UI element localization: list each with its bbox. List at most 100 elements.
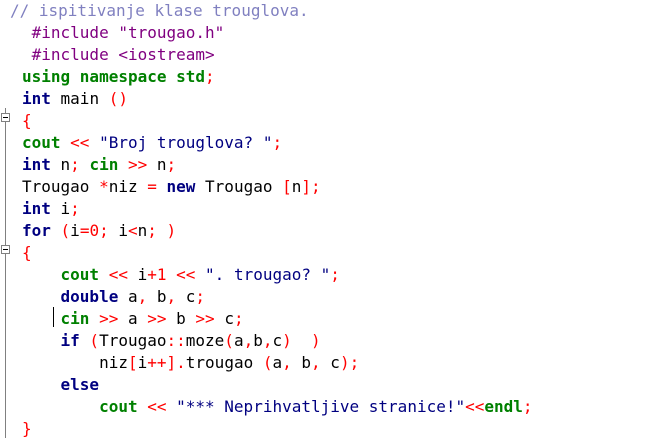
code-line[interactable]: cout << "*** Neprihvatljive stranice!"<<…	[22, 396, 533, 418]
code-token: i	[137, 265, 148, 284]
code-token: {	[22, 243, 32, 262]
code-token: 1	[156, 265, 167, 284]
code-token: new	[166, 177, 196, 196]
code-token: b	[176, 309, 186, 328]
code-token: [	[127, 353, 138, 372]
code-token: int	[22, 199, 51, 218]
code-line[interactable]: // ispitivanje klase trouglova.	[10, 0, 309, 22]
code-line[interactable]: else	[22, 374, 100, 396]
code-token: ;	[522, 397, 533, 416]
code-line[interactable]: Trougao *niz = new Trougao [n];	[22, 176, 321, 198]
code-token: <<	[137, 397, 177, 416]
code-line[interactable]: {	[22, 110, 32, 132]
code-token: cout	[22, 265, 100, 284]
code-token: i	[50, 199, 71, 218]
code-token: Trougao	[22, 177, 100, 196]
code-token: =	[79, 221, 90, 240]
code-token: c	[224, 309, 234, 328]
code-token: >>	[118, 155, 157, 174]
fold-gutter	[0, 0, 16, 440]
code-token: >>	[137, 309, 177, 328]
code-line[interactable]: using namespace std;	[22, 66, 215, 88]
code-token: (	[50, 221, 71, 240]
code-editor[interactable]: // ispitivanje klase trouglova. #include…	[0, 0, 652, 440]
code-token: n	[50, 155, 71, 174]
code-token: Trougao	[99, 331, 167, 350]
code-token: cout	[22, 133, 61, 152]
code-token: endl	[484, 397, 523, 416]
code-token: cin	[89, 155, 119, 174]
code-line[interactable]: niz[i++].trougao (a, b, c);	[22, 352, 359, 374]
code-token: <<	[465, 397, 485, 416]
code-token: "Broj trouglova? "	[99, 133, 273, 152]
code-token: ;	[330, 265, 340, 284]
code-token: );	[339, 353, 360, 372]
code-token: int	[22, 89, 51, 108]
code-token: ,	[262, 331, 273, 350]
code-token: 0	[89, 221, 100, 240]
code-token: ;	[195, 287, 206, 306]
code-line[interactable]: int n; cin >> n;	[22, 154, 176, 176]
code-token: ::	[166, 331, 186, 350]
code-token: n	[137, 221, 148, 240]
code-line[interactable]: #include "trougao.h"	[22, 22, 225, 44]
code-token: +	[147, 265, 157, 284]
code-token: b	[301, 353, 312, 372]
code-token: >>	[89, 309, 128, 328]
code-token: main	[50, 89, 109, 108]
code-token: ;	[272, 133, 283, 152]
code-token: Trougao	[195, 177, 283, 196]
code-line[interactable]: cout << "Broj trouglova? ";	[22, 132, 282, 154]
code-token: ++].	[147, 353, 186, 372]
code-token: else	[22, 375, 100, 394]
code-token: niz	[108, 177, 148, 196]
code-line[interactable]: #include <iostream>	[22, 44, 215, 66]
code-token: (	[79, 331, 100, 350]
code-token: ;	[205, 67, 215, 86]
code-token: [	[282, 177, 292, 196]
code-token: #include <iostream>	[22, 45, 215, 64]
code-token: a	[127, 309, 138, 328]
code-token: ;	[99, 221, 119, 240]
code-token: #include "trougao.h"	[22, 23, 225, 42]
code-token: =	[147, 177, 167, 196]
code-token: cin	[22, 309, 90, 328]
code-token: ];	[301, 177, 321, 196]
code-token: double	[22, 287, 119, 306]
code-token: ,	[311, 353, 331, 372]
collapse-fold-icon[interactable]	[1, 113, 10, 122]
code-token: ,	[166, 287, 186, 306]
code-line[interactable]: for (i=0; i<n; )	[22, 220, 176, 242]
code-token: ;	[166, 155, 177, 174]
code-line[interactable]: {	[22, 242, 32, 264]
code-line[interactable]: cin >> a >> b >> c;	[22, 308, 244, 330]
code-token: niz	[22, 353, 128, 372]
code-line[interactable]: int i;	[22, 198, 80, 220]
code-line[interactable]: double a, b, c;	[22, 286, 206, 308]
code-token: ,	[243, 331, 254, 350]
code-line[interactable]: if (Trougao::moze(a,b,c) )	[22, 330, 321, 352]
code-token: <<	[99, 265, 138, 284]
code-token: // ispitivanje klase trouglova.	[10, 1, 309, 20]
code-token: moze	[185, 331, 225, 350]
code-token: c	[272, 331, 283, 350]
code-token: a	[118, 287, 138, 306]
collapse-fold-icon[interactable]	[1, 245, 10, 254]
code-line[interactable]: cout << i+1 << ". trougao? ";	[22, 264, 340, 286]
code-line[interactable]: }	[22, 418, 32, 440]
code-token: i	[118, 221, 128, 240]
text-cursor	[53, 307, 54, 327]
code-token: <<	[60, 133, 100, 152]
code-token: >>	[185, 309, 225, 328]
code-token: b	[156, 287, 167, 306]
code-token: using namespace std	[22, 67, 206, 86]
code-token: a	[233, 331, 244, 350]
code-token: ()	[108, 89, 128, 108]
code-token: ) )	[282, 331, 321, 350]
code-token: {	[22, 111, 32, 130]
code-token: i	[70, 221, 80, 240]
code-line[interactable]: int main ()	[22, 88, 128, 110]
code-token: trougao	[185, 353, 263, 372]
code-token: ,	[282, 353, 302, 372]
code-token: a	[272, 353, 283, 372]
